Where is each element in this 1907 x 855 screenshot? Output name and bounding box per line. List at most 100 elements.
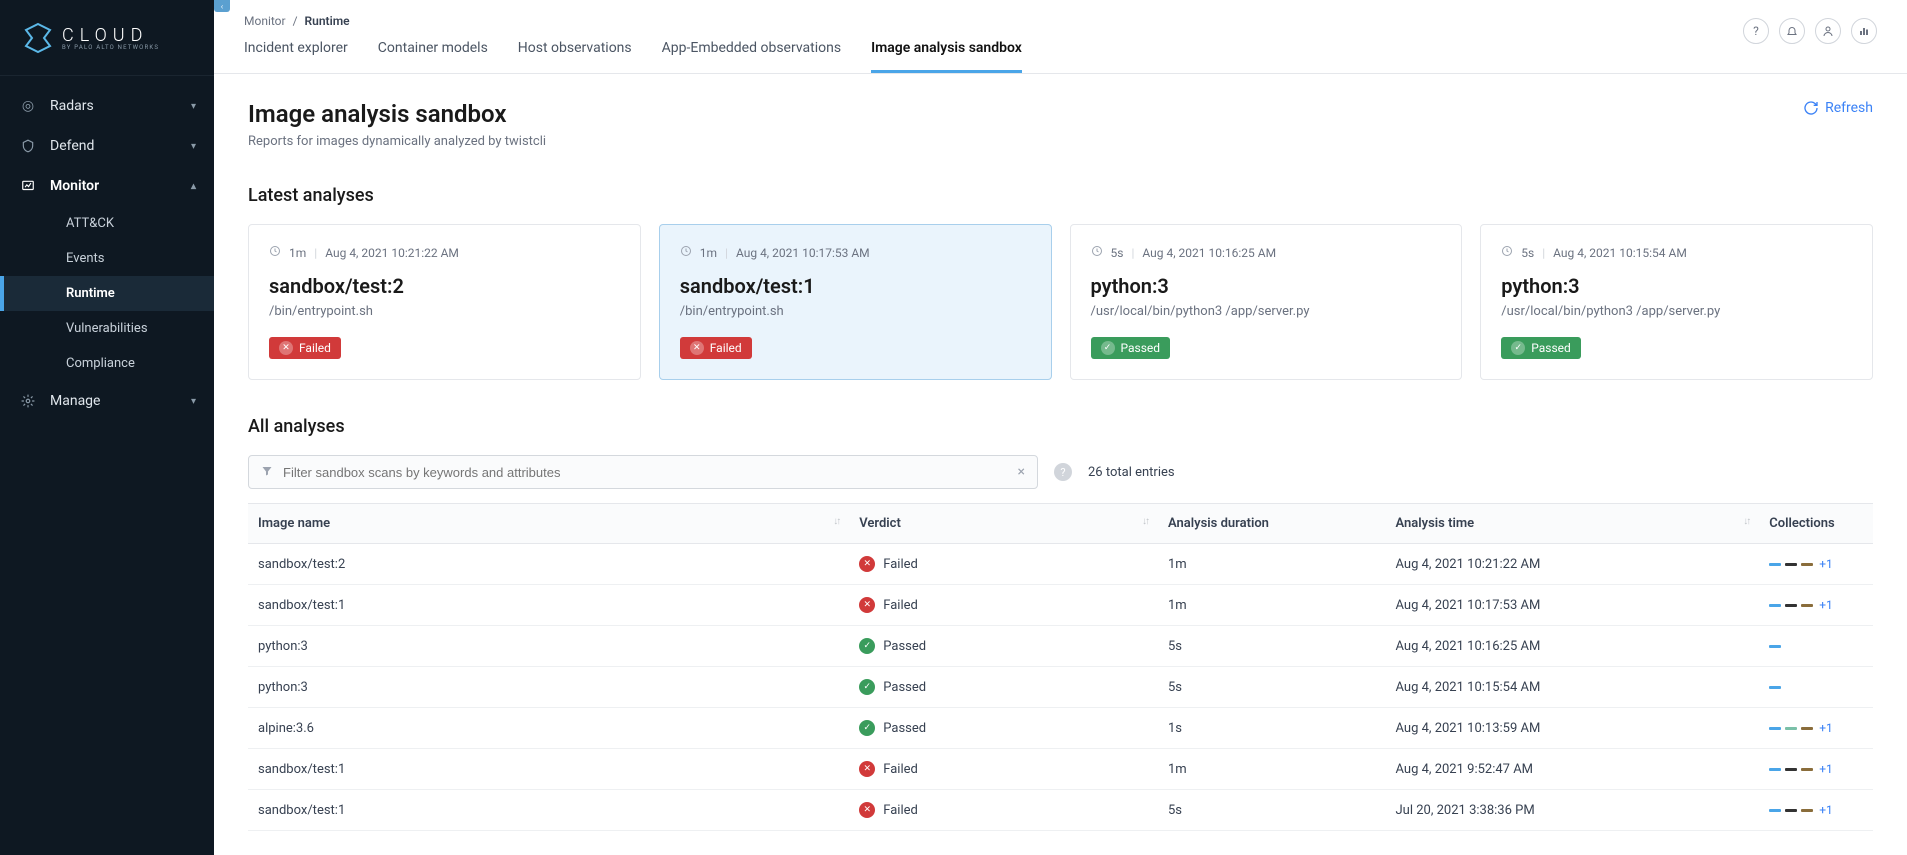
card-timestamp: Aug 4, 2021 10:17:53 AM — [736, 246, 870, 260]
fail-icon: ✕ — [859, 802, 875, 818]
collection-swatch — [1769, 768, 1781, 771]
passed-icon: ✓ — [1511, 341, 1525, 355]
sidebar: CLOUD BY PALO ALTO NETWORKS ◎ Radars ▾ D… — [0, 0, 214, 855]
clear-filter-icon[interactable]: × — [1018, 464, 1025, 480]
collection-swatch — [1801, 768, 1813, 771]
status-badge: ✓ Passed — [1501, 337, 1581, 359]
status-badge: ✕ Failed — [680, 337, 752, 359]
sidebar-subitem-vulnerabilities[interactable]: Vulnerabilities — [0, 311, 214, 346]
card-image-name: python:3 — [1501, 274, 1852, 298]
table-row[interactable]: alpine:3.6 ✓ Passed 1s Aug 4, 2021 10:13… — [248, 708, 1873, 749]
help-icon[interactable]: ? — [1743, 18, 1769, 44]
card-image-name: sandbox/test:2 — [269, 274, 620, 298]
card-duration: 1m — [289, 246, 306, 260]
collection-swatch — [1785, 727, 1797, 730]
sidebar-item-radars[interactable]: ◎ Radars ▾ — [0, 86, 214, 126]
chart-icon[interactable] — [1851, 18, 1877, 44]
th-verdict[interactable]: Verdict↓↑ — [849, 504, 1158, 544]
analysis-card[interactable]: 5s | Aug 4, 2021 10:15:54 AM python:3 /u… — [1480, 224, 1873, 380]
brand-subtitle: BY PALO ALTO NETWORKS — [62, 44, 159, 51]
analysis-card[interactable]: 1m | Aug 4, 2021 10:17:53 AM sandbox/tes… — [659, 224, 1052, 380]
tab-container-models[interactable]: Container models — [378, 40, 488, 73]
filter-help-icon[interactable]: ? — [1054, 463, 1072, 481]
pass-icon: ✓ — [859, 638, 875, 654]
collection-swatch — [1785, 809, 1797, 812]
filter-icon — [261, 465, 273, 480]
collection-swatch — [1801, 727, 1813, 730]
cell-time: Aug 4, 2021 10:21:22 AM — [1386, 544, 1760, 585]
sidebar-subitem-runtime[interactable]: Runtime — [0, 276, 214, 311]
collections-more[interactable]: +1 — [1819, 762, 1833, 776]
cell-collections: +1 — [1769, 598, 1863, 612]
tab-image-analysis-sandbox[interactable]: Image analysis sandbox — [871, 40, 1022, 73]
cell-image-name: sandbox/test:1 — [248, 749, 849, 790]
card-image-name: sandbox/test:1 — [680, 274, 1031, 298]
cell-verdict: Passed — [883, 639, 926, 654]
section-latest-analyses: Latest analyses — [248, 185, 1873, 206]
sidebar-item-label: Radars — [50, 98, 94, 114]
cell-image-name: sandbox/test:2 — [248, 544, 849, 585]
collections-more[interactable]: +1 — [1819, 721, 1833, 735]
sidebar-item-monitor[interactable]: Monitor ▴ — [0, 166, 214, 206]
tabs: Incident explorer Container models Host … — [244, 40, 1877, 73]
monitor-icon — [18, 179, 38, 193]
tab-host-observations[interactable]: Host observations — [518, 40, 632, 73]
analysis-card[interactable]: 5s | Aug 4, 2021 10:16:25 AM python:3 /u… — [1070, 224, 1463, 380]
clock-icon — [269, 245, 281, 260]
sidebar-subitem-attck[interactable]: ATT&CK — [0, 206, 214, 241]
breadcrumb-root[interactable]: Monitor — [244, 14, 286, 28]
refresh-button[interactable]: Refresh — [1803, 100, 1873, 116]
tab-app-embedded-observations[interactable]: App-Embedded observations — [662, 40, 841, 73]
sidebar-item-defend[interactable]: Defend ▾ — [0, 126, 214, 166]
sort-icon: ↓↑ — [1142, 516, 1148, 527]
cell-duration: 1m — [1158, 749, 1386, 790]
breadcrumb-current: Runtime — [305, 14, 350, 28]
chevron-up-icon: ▴ — [191, 181, 196, 192]
cell-image-name: python:3 — [248, 626, 849, 667]
table-row[interactable]: sandbox/test:2 ✕ Failed 1m Aug 4, 2021 1… — [248, 544, 1873, 585]
filter-box[interactable]: × — [248, 455, 1038, 489]
filter-input[interactable] — [283, 465, 1018, 480]
card-duration: 5s — [1521, 246, 1534, 260]
sidebar-subnav-monitor: ATT&CK Events Runtime Vulnerabilities Co… — [0, 206, 214, 381]
sidebar-collapse-toggle[interactable]: ‹ — [214, 0, 230, 12]
table-row[interactable]: sandbox/test:1 ✕ Failed 1m Aug 4, 2021 1… — [248, 585, 1873, 626]
status-badge: ✕ Failed — [269, 337, 341, 359]
bell-icon[interactable] — [1779, 18, 1805, 44]
th-analysis-time[interactable]: Analysis time↓↑ — [1386, 504, 1760, 544]
card-command: /bin/entrypoint.sh — [680, 304, 1031, 319]
sidebar-subitem-compliance[interactable]: Compliance — [0, 346, 214, 381]
failed-icon: ✕ — [690, 341, 704, 355]
table-row[interactable]: python:3 ✓ Passed 5s Aug 4, 2021 10:15:5… — [248, 667, 1873, 708]
table-row[interactable]: sandbox/test:1 ✕ Failed 1m Aug 4, 2021 9… — [248, 749, 1873, 790]
gear-icon — [18, 394, 38, 408]
card-command: /bin/entrypoint.sh — [269, 304, 620, 319]
th-image-name[interactable]: Image name↓↑ — [248, 504, 849, 544]
refresh-label: Refresh — [1825, 100, 1873, 116]
collections-more[interactable]: +1 — [1819, 598, 1833, 612]
brand-logo[interactable]: CLOUD BY PALO ALTO NETWORKS — [0, 0, 214, 76]
th-analysis-duration[interactable]: Analysis duration — [1158, 504, 1386, 544]
collections-more[interactable]: +1 — [1819, 557, 1833, 571]
status-label: Passed — [1121, 341, 1161, 355]
card-duration: 1m — [700, 246, 717, 260]
card-command: /usr/local/bin/python3 /app/server.py — [1501, 304, 1852, 319]
sidebar-subitem-events[interactable]: Events — [0, 241, 214, 276]
cell-time: Aug 4, 2021 10:17:53 AM — [1386, 585, 1760, 626]
main-content: Monitor / Runtime Incident explorer Cont… — [214, 0, 1907, 855]
table-row[interactable]: sandbox/test:1 ✕ Failed 5s Jul 20, 2021 … — [248, 790, 1873, 831]
sidebar-item-manage[interactable]: Manage ▾ — [0, 381, 214, 421]
total-entries: 26 total entries — [1088, 465, 1175, 480]
table-row[interactable]: python:3 ✓ Passed 5s Aug 4, 2021 10:16:2… — [248, 626, 1873, 667]
th-collections[interactable]: Collections — [1759, 504, 1873, 544]
analysis-card[interactable]: 1m | Aug 4, 2021 10:21:22 AM sandbox/tes… — [248, 224, 641, 380]
card-duration: 5s — [1111, 246, 1124, 260]
tab-incident-explorer[interactable]: Incident explorer — [244, 40, 348, 73]
cell-verdict: Failed — [883, 803, 918, 818]
page-description: Reports for images dynamically analyzed … — [248, 134, 546, 149]
cell-collections — [1769, 645, 1863, 648]
cell-time: Aug 4, 2021 10:16:25 AM — [1386, 626, 1760, 667]
collections-more[interactable]: +1 — [1819, 803, 1833, 817]
status-label: Passed — [1531, 341, 1571, 355]
user-icon[interactable] — [1815, 18, 1841, 44]
